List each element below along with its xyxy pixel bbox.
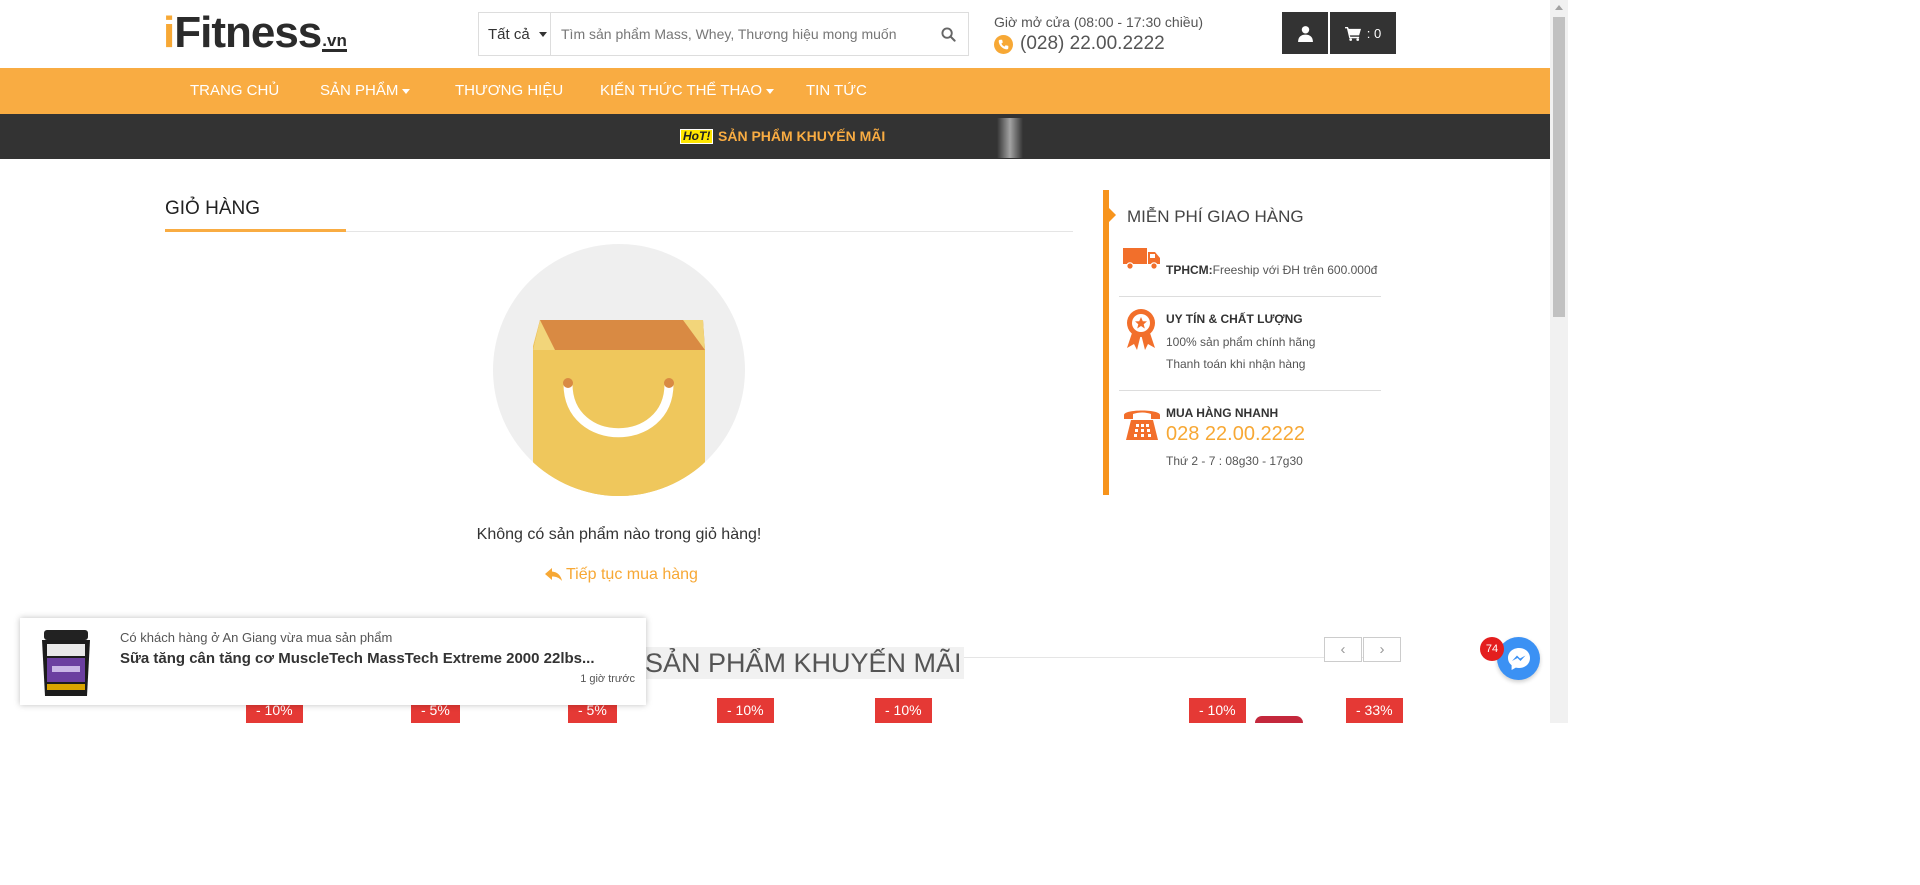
quality-title: UY TÍN & CHẤT LƯỢNG [1166,312,1303,326]
reply-arrow-icon [545,568,562,581]
continue-shopping-link[interactable]: Tiếp tục mua hàng [545,566,698,584]
promo-section-title: SẢN PHẨM KHUYẾN MÃI [643,647,964,679]
promo-glare [997,118,1023,158]
quick-order-title: MUA HÀNG NHANH [1166,406,1279,420]
product-thumbnail-partial [1255,716,1303,723]
quick-order-hours: Thứ 2 - 7 : 08g30 - 17g30 [1166,454,1303,468]
free-ship-text: Freeship với ĐH trên 600.000đ [1212,263,1378,277]
continue-shopping-label: Tiếp tục mua hàng [566,566,698,583]
page: i Fitness .vn Tất cả Giờ mở cửa (08:00 -… [0,0,1568,723]
header-actions: : 0 [1282,12,1396,54]
nav-item-brands[interactable]: THƯƠNG HIỆU [455,68,563,114]
user-icon [1297,25,1313,42]
page-scrollbar[interactable] [1550,0,1568,723]
award-ribbon-icon [1127,309,1155,350]
logo-domain: .vn [322,31,347,52]
search-button[interactable] [928,13,968,55]
search-icon [940,26,956,42]
truck-icon [1123,248,1160,270]
search-category-select[interactable]: Tất cả [479,13,551,55]
phone-icon [994,34,1013,54]
discount-badge: - 33% [1346,698,1403,723]
telephone-icon [1124,410,1160,440]
messenger-unread-count: 74 [1480,637,1504,661]
nav-item-label: KIẾN THỨC THỂ THAO [600,82,763,99]
quick-order-phone[interactable]: 028 22.00.2222 [1166,423,1305,446]
scroll-up-icon[interactable] [1555,5,1563,10]
popup-customer-line: Có khách hàng ở An Giang vừa mua sản phẩ… [120,630,393,645]
panel-pointer [1108,207,1116,223]
product-thumbnail [42,630,90,696]
chevron-down-icon [402,88,411,94]
chevron-down-icon [766,88,775,94]
site-logo[interactable]: i Fitness .vn [163,8,347,57]
site-header: i Fitness .vn Tất cả Giờ mở cửa (08:00 -… [0,0,1550,68]
nav-item-sports-knowledge[interactable]: KIẾN THỨC THỂ THAO [600,68,775,114]
nav-item-label: THƯƠNG HIỆU [455,82,564,99]
header-phone-number: (028) 22.00.2222 [1020,33,1165,54]
cart-title-underline [165,229,346,232]
shipping-info-panel: MIỄN PHÍ GIAO HÀNG TPHCM:Freeship với ĐH… [1103,190,1383,495]
carousel-prev-button[interactable]: ‹ [1324,637,1362,662]
hot-badge: HoT! [680,129,714,144]
opening-hours: Giờ mở cửa (08:00 - 17:30 chiều) [994,14,1204,30]
logo-text: Fitness [174,8,322,57]
recent-purchase-popup[interactable]: Có khách hàng ở An Giang vừa mua sản phẩ… [20,618,646,705]
carousel-next-button[interactable]: › [1363,637,1401,662]
search-input[interactable] [551,13,928,55]
popup-time: 1 giờ trước [580,673,635,685]
nav-item-products[interactable]: SẢN PHẨM [320,68,411,114]
shopping-bag-icon [533,320,705,496]
messenger-chat-button[interactable] [1497,637,1540,680]
cart-icon [1344,26,1361,41]
account-button[interactable] [1282,12,1328,54]
panel-divider [1119,390,1381,391]
promo-text: SẢN PHẨM KHUYẾN MÃI [718,128,886,144]
search-bar: Tất cả [478,12,969,56]
free-ship-info: TPHCM:Freeship với ĐH trên 600.000đ [1166,263,1377,277]
popup-product-name: Sữa tăng cân tăng cơ MuscleTech MassTech… [120,650,595,667]
scrollbar-thumb[interactable] [1553,17,1565,317]
nav-item-label: TIN TỨC [806,82,867,99]
discount-badge: - 10% [717,698,774,723]
empty-cart-message: Không có sản phẩm nào trong giỏ hàng! [476,526,762,543]
main-nav: TRANG CHỦ SẢN PHẨM THƯƠNG HIỆU KIẾN THỨC… [0,68,1550,114]
chevron-right-icon: › [1379,641,1385,658]
nav-item-label: SẢN PHẨM [320,82,399,99]
cart-count: : 0 [1366,25,1382,41]
chevron-down-icon [538,31,547,37]
quality-line-genuine: 100% sản phẩm chính hãng [1166,335,1316,349]
promo-bar[interactable]: HoT! SẢN PHẨM KHUYẾN MÃI [0,114,1550,159]
shipping-info-title: MIỄN PHÍ GIAO HÀNG [1127,207,1304,226]
empty-cart-illustration [493,244,745,496]
messenger-icon [1507,647,1530,670]
nav-item-label: TRANG CHỦ [190,82,280,99]
chevron-left-icon: ‹ [1340,641,1346,658]
discount-badge: - 10% [1189,698,1246,723]
logo-i: i [163,8,175,57]
cart-button[interactable]: : 0 [1330,12,1396,54]
search-category-label: Tất cả [488,25,530,43]
cart-title: GIỎ HÀNG [165,198,261,219]
free-ship-region: TPHCM: [1166,263,1213,277]
discount-badge: - 10% [875,698,932,723]
nav-item-home[interactable]: TRANG CHỦ [190,68,279,114]
nav-item-news[interactable]: TIN TỨC [806,68,867,114]
panel-divider [1119,296,1381,297]
header-phone[interactable]: (028) 22.00.2222 [994,33,1165,55]
quality-line-cod: Thanh toán khi nhận hàng [1166,357,1306,371]
